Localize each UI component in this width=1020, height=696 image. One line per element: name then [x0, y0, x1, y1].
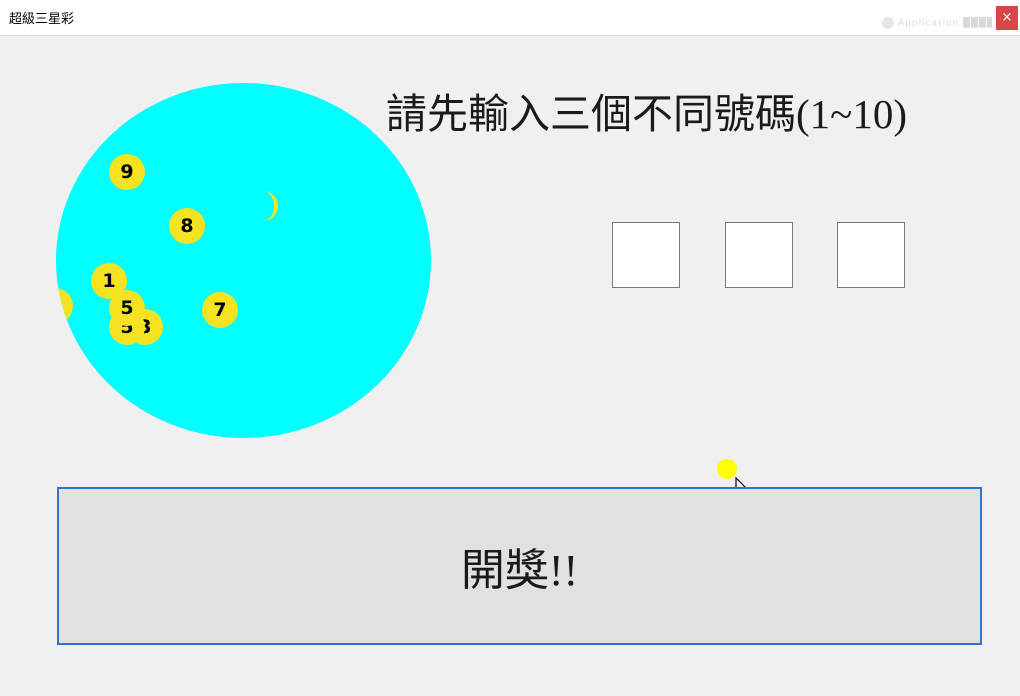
close-button[interactable]: × — [996, 6, 1018, 30]
cursor-highlight — [717, 459, 737, 479]
instruction-text: 請先輸入三個不同號碼(1~10) — [386, 91, 907, 137]
number-input-2[interactable] — [725, 222, 793, 288]
number-input-3[interactable] — [837, 222, 905, 288]
lottery-ball-partial — [56, 83, 64, 96]
draw-button[interactable]: 開獎!! — [57, 487, 982, 645]
lottery-drum: 9 8 1 3 5 5 7 0 — [56, 83, 431, 438]
window-title: 超級三星彩 — [9, 12, 75, 27]
title-bar: 超級三星彩 Application ████ × — [0, 0, 1020, 36]
ball-motion-trail — [248, 191, 278, 221]
faded-title-text: Application ████ — [898, 18, 992, 29]
faded-title-overlay: Application ████ — [882, 17, 992, 31]
lottery-ball: 0 — [56, 288, 73, 324]
number-input-1[interactable] — [612, 222, 680, 288]
lottery-ball: 7 — [202, 292, 238, 328]
lottery-ball: 9 — [109, 154, 145, 190]
lottery-ball: 8 — [169, 208, 205, 244]
lottery-ball: 5 — [109, 290, 145, 326]
app-icon — [882, 17, 894, 29]
